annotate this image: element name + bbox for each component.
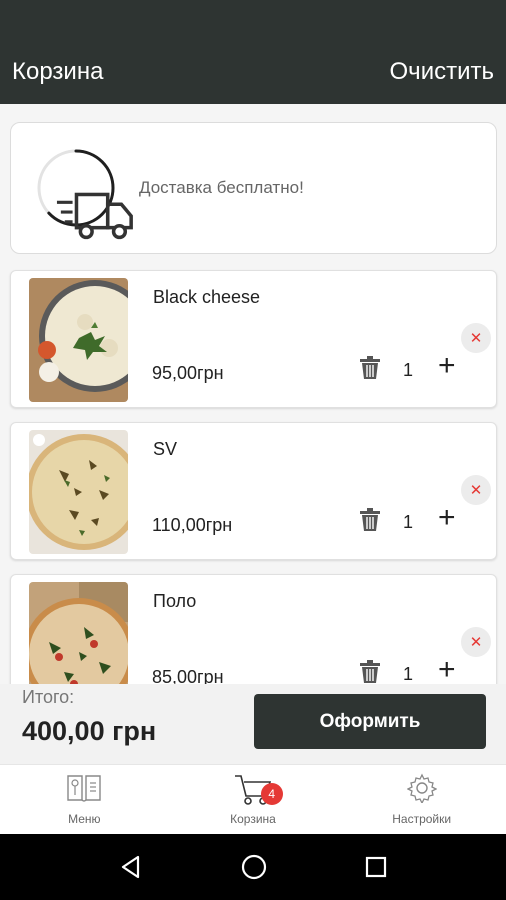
increase-quantity-button[interactable]: + bbox=[438, 655, 456, 685]
total-value: 400,00 грн bbox=[22, 716, 157, 746]
cart-count-badge: 4 bbox=[260, 783, 283, 805]
app-bar: Корзина Очистить bbox=[0, 40, 506, 104]
delivery-card: Доставка бесплатно! bbox=[10, 122, 497, 254]
clear-cart-button[interactable]: Очистить bbox=[390, 58, 494, 86]
remove-item-button[interactable]: ✕ bbox=[461, 627, 491, 657]
cart-item: Поло 85,00грн ✕ 1 + bbox=[10, 574, 497, 684]
trash-icon[interactable] bbox=[359, 356, 381, 380]
remove-item-button[interactable]: ✕ bbox=[461, 323, 491, 353]
page-title: Корзина bbox=[12, 58, 104, 85]
menu-book-icon bbox=[67, 775, 102, 802]
nav-item-cart[interactable]: 4 Корзина bbox=[169, 765, 338, 834]
increase-quantity-button[interactable]: + bbox=[438, 351, 456, 381]
cart-content[interactable]: Доставка бесплатно! Black cheese 95,00гр… bbox=[0, 104, 506, 684]
item-price: 95,00грн bbox=[152, 363, 224, 383]
product-image bbox=[29, 278, 128, 402]
status-bar bbox=[0, 0, 506, 40]
nav-label-settings: Настройки bbox=[392, 812, 452, 826]
close-icon: ✕ bbox=[469, 634, 483, 651]
nav-item-menu[interactable]: Меню bbox=[0, 765, 169, 834]
delivery-progress-ring bbox=[35, 147, 133, 240]
delivery-status-text: Доставка бесплатно! bbox=[139, 178, 304, 197]
close-icon: ✕ bbox=[469, 482, 483, 499]
cart-item: SV 110,00грн ✕ 1 + bbox=[10, 422, 497, 560]
quantity-value: 1 bbox=[403, 512, 414, 532]
item-price: 110,00грн bbox=[152, 515, 233, 535]
total-label: Итого: bbox=[22, 687, 75, 707]
delivery-truck-icon bbox=[56, 192, 133, 240]
android-navigation-bar bbox=[0, 834, 506, 900]
cart-item: Black cheese 95,00грн ✕ 1 + bbox=[10, 270, 497, 408]
total-bar: Итого: 400,00 грн Оформить bbox=[0, 684, 506, 764]
remove-item-button[interactable]: ✕ bbox=[461, 475, 491, 505]
recents-icon[interactable] bbox=[364, 855, 388, 879]
gear-icon bbox=[406, 773, 437, 803]
close-icon: ✕ bbox=[469, 330, 483, 347]
home-icon[interactable] bbox=[240, 853, 268, 881]
item-name: Поло bbox=[153, 591, 197, 611]
quantity-value: 1 bbox=[403, 360, 414, 380]
item-name: Black cheese bbox=[153, 287, 261, 307]
bottom-navigation: Меню 4 Корзина Настройки bbox=[0, 764, 506, 834]
item-name: SV bbox=[153, 439, 178, 459]
back-icon[interactable] bbox=[118, 854, 144, 880]
product-image bbox=[29, 582, 128, 684]
trash-icon[interactable] bbox=[359, 660, 381, 684]
quantity-value: 1 bbox=[403, 664, 414, 684]
product-image bbox=[29, 430, 128, 554]
checkout-button[interactable]: Оформить bbox=[254, 694, 486, 749]
item-price: 85,00грн bbox=[152, 667, 224, 684]
nav-label-cart: Корзина bbox=[230, 812, 276, 826]
trash-icon[interactable] bbox=[359, 508, 381, 532]
nav-item-settings[interactable]: Настройки bbox=[337, 765, 506, 834]
nav-label-menu: Меню bbox=[68, 812, 101, 826]
increase-quantity-button[interactable]: + bbox=[438, 503, 456, 533]
